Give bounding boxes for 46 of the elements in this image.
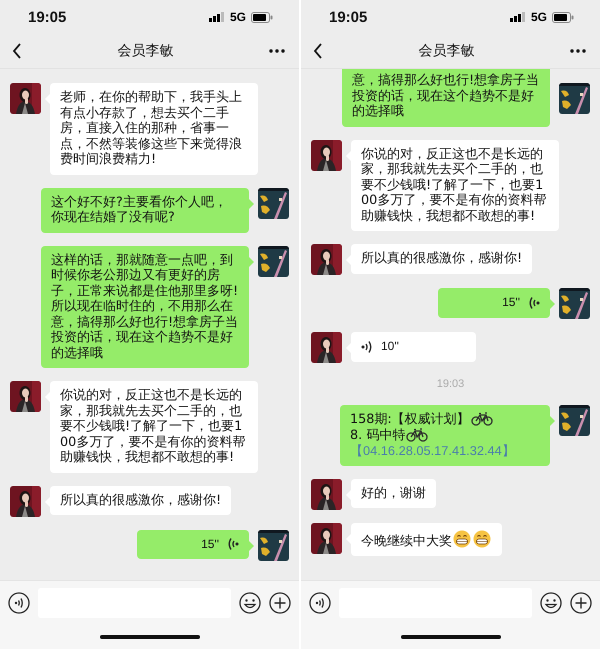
voice-duration: 15'' — [201, 536, 219, 552]
signal-icon — [510, 12, 526, 22]
bicycle-icon — [406, 428, 428, 442]
signal-icon — [208, 12, 225, 22]
grinning-face-icon — [473, 530, 491, 548]
back-icon[interactable] — [313, 43, 323, 59]
bicycle-icon — [470, 412, 493, 426]
message-bubble: 意，搞得那么好也行!想拿房子当投资的话，现在这个趋势不是好的选择哦 — [342, 69, 550, 126]
plus-icon[interactable] — [269, 592, 291, 614]
back-icon[interactable] — [12, 43, 22, 59]
voice-message[interactable]: 15'' — [438, 288, 550, 318]
battery-icon — [552, 12, 574, 22]
message-bubble: 这样的话，那就随意一点吧，到时候你老公那边又有更好的房子，正常来说都是住他那里多呀!所以现在临时住的，不用那么在意，搞得那么好也行!想拿房子当投资的话，现在这个趋势不是好的选择哦 — [41, 246, 249, 368]
battery-icon — [251, 12, 273, 22]
message-bubble: 你说的对，反正这也不是长远的家，那我就先去买个二手的，也要不少钱哦!了解了一下，也要100多万了，要不是有你的资料帮助赚钱快，我想都不敢想的事! — [351, 140, 559, 231]
message-text: 8. 码中特 — [350, 428, 406, 442]
voice-duration: 10'' — [381, 339, 399, 354]
message-bubble: 你说的对，反正这也不是长远的家，那我就先去买个二手的，也要不少钱哦!了解了一下，也要100多万了，要不是有你的资料帮助赚钱快，我想都不敢想的事! — [50, 381, 258, 472]
status-time: 19:05 — [28, 8, 66, 26]
voice-wave-icon — [528, 296, 540, 310]
message-text: 今晚继续中大奖 — [361, 534, 452, 548]
message-bubble: 这个好不好?主要看你个人吧，你现在结婚了没有呢? — [41, 188, 249, 232]
emoji-icon[interactable] — [239, 592, 261, 614]
voice-wave-icon — [361, 340, 373, 354]
grinning-face-icon — [453, 530, 471, 548]
message-bubble: 好的，谢谢 — [351, 478, 436, 508]
voice-wave-icon — [227, 537, 239, 552]
emoji-icon[interactable] — [540, 592, 562, 614]
voice-input-icon[interactable] — [309, 592, 331, 614]
time-label: 19:03 — [436, 378, 464, 390]
chat-title: 会员李敏 — [118, 42, 174, 60]
voice-input-icon[interactable] — [8, 592, 30, 614]
more-icon[interactable] — [570, 49, 586, 53]
message-bubble: 老师，在你的帮助下，我手头上有点小存款了，想去买个二手房，直接入住的那种，省事一点，不然等装修这些下来觉得浪费时间浪费精力! — [50, 83, 258, 174]
network-label: 5G — [230, 10, 246, 24]
voice-message[interactable]: 10'' — [351, 332, 476, 362]
network-label: 5G — [530, 10, 547, 24]
message-bubble: 所以真的很感激你，感谢你! — [50, 486, 232, 515]
more-icon[interactable] — [269, 49, 285, 53]
plus-icon[interactable] — [570, 592, 592, 614]
message-bubble: 所以真的很感激你，感谢你! — [351, 244, 532, 274]
voice-message[interactable]: 15'' — [137, 530, 249, 559]
message-text: 158期:【权威计划】 — [350, 412, 470, 427]
voice-duration: 15'' — [502, 295, 520, 310]
status-time: 19:05 — [329, 8, 368, 26]
chat-title: 会员李敏 — [418, 42, 474, 60]
